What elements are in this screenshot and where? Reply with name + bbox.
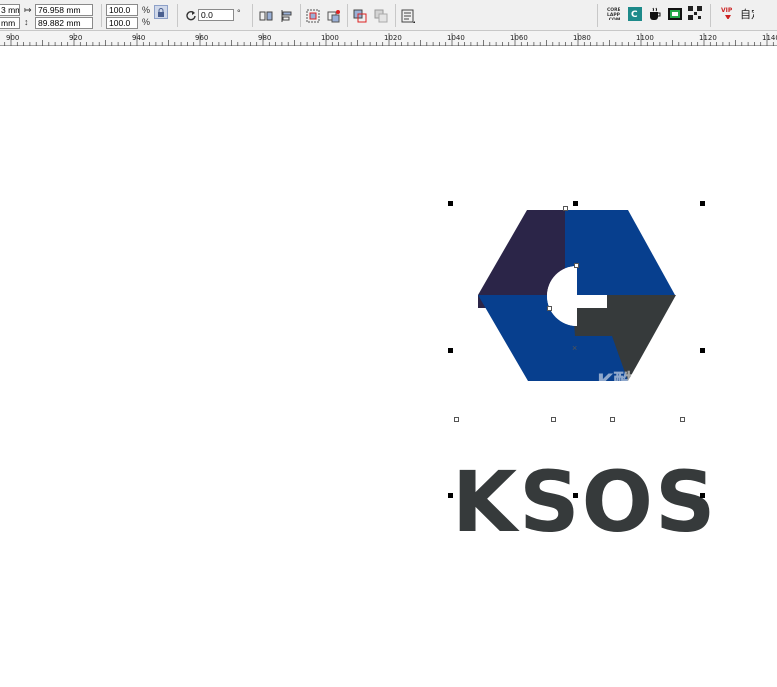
separator [252, 4, 253, 27]
plugin-c-icon[interactable]: C [628, 7, 642, 21]
selection-handle-top-center[interactable] [573, 201, 578, 206]
watermark-text: K酷 [597, 370, 635, 394]
node-handle[interactable] [454, 417, 459, 422]
ruler-label: 1100 [636, 34, 654, 42]
separator [395, 4, 396, 27]
ruler-label: 1060 [510, 34, 528, 42]
selection-handle-middle-right[interactable] [700, 348, 705, 353]
svg-text:VIP: VIP [721, 7, 733, 14]
ruler-label: 960 [195, 34, 208, 42]
ruler-label: 1080 [573, 34, 591, 42]
svg-text:C: C [631, 10, 638, 20]
ruler-label: 900 [6, 34, 19, 42]
mirror-vertical-icon[interactable] [280, 9, 294, 23]
plugin-green-icon[interactable] [668, 7, 682, 21]
separator [177, 4, 178, 27]
horizontal-ruler[interactable]: 900 920 940 960 980 1000 1020 1040 1060 1080 1100 1… [0, 31, 777, 46]
node-handle[interactable] [610, 417, 615, 422]
width-icon: ↦ [24, 5, 32, 15]
x-position-field[interactable]: 3 mm [0, 4, 20, 16]
break-apart-icon[interactable] [374, 9, 388, 23]
node-handle[interactable] [574, 263, 579, 268]
percent-label: % [142, 5, 151, 15]
scale-y-field[interactable]: 100.0 [106, 17, 138, 29]
object-height-field[interactable]: 89.882 mm [35, 17, 93, 29]
logo-wordmark[interactable]: KSOS [452, 460, 718, 544]
combine-icon[interactable] [353, 9, 367, 23]
separator [300, 4, 301, 27]
selection-handle-bottom-left[interactable] [448, 493, 453, 498]
svg-text:.COM: .COM [607, 17, 620, 20]
percent-label: % [142, 17, 151, 27]
corel-lapp-icon[interactable]: CORELAPP.COM [606, 6, 620, 20]
watermark-url: WWW. [600, 400, 640, 411]
separator [710, 4, 711, 27]
mirror-horizontal-icon[interactable] [259, 9, 273, 23]
ruler-label: 920 [69, 34, 82, 42]
selection-handle-bottom-right[interactable] [700, 493, 705, 498]
ruler-label: 1120 [699, 34, 717, 42]
ruler-label: 1000 [321, 34, 339, 42]
node-handle[interactable] [680, 417, 685, 422]
ungroup-icon[interactable] [327, 9, 341, 23]
svg-text:自定: 自定 [740, 7, 754, 20]
lock-ratio-button[interactable] [154, 5, 168, 19]
ruler-label: 980 [258, 34, 271, 42]
scale-x-field[interactable]: 100.0 [106, 4, 138, 16]
selection-handle-top-left[interactable] [448, 201, 453, 206]
separator [347, 4, 348, 27]
selection-handle-middle-left[interactable] [448, 348, 453, 353]
wrap-text-icon[interactable] [401, 9, 415, 23]
ruler-label: 1040 [447, 34, 465, 42]
height-icon: ↕ [24, 17, 29, 27]
separator [597, 4, 598, 27]
selection-handle-top-right[interactable] [700, 201, 705, 206]
node-handle[interactable] [563, 206, 568, 211]
drawing-canvas[interactable]: K酷 WWW. KSOS × [0, 46, 777, 687]
y-position-field[interactable]: mm [0, 17, 20, 29]
vip-icon[interactable]: VIP [720, 5, 734, 19]
ruler-label: 1020 [384, 34, 402, 42]
coffee-cup-icon[interactable] [648, 7, 662, 21]
ruler-label: 940 [132, 34, 145, 42]
degree-label: ° [237, 8, 241, 18]
ruler-scale: 900 920 940 960 980 1000 1020 1040 1060 1080 1100 1… [4, 33, 777, 46]
ruler-label: 1140 [762, 34, 777, 42]
selection-handle-bottom-center[interactable] [573, 493, 578, 498]
rotation-center-marker[interactable]: × [572, 343, 577, 353]
lock-icon [158, 8, 164, 17]
logo-mark[interactable] [0, 46, 777, 687]
property-bar: 3 mm mm ↦ ↕ 76.958 mm 89.882 mm 100.0 10… [0, 0, 777, 31]
node-handle[interactable] [551, 417, 556, 422]
logo-blue-top-segment [565, 210, 675, 295]
qr-code-icon[interactable] [688, 6, 702, 20]
node-handle[interactable] [547, 306, 552, 311]
group-icon[interactable] [306, 9, 320, 23]
rotate-icon [186, 10, 196, 21]
separator [101, 4, 102, 27]
object-width-field[interactable]: 76.958 mm [35, 4, 93, 16]
custom-settings-icon[interactable]: 自定 [740, 6, 754, 20]
rotation-angle-field[interactable]: 0.0 [198, 9, 234, 21]
